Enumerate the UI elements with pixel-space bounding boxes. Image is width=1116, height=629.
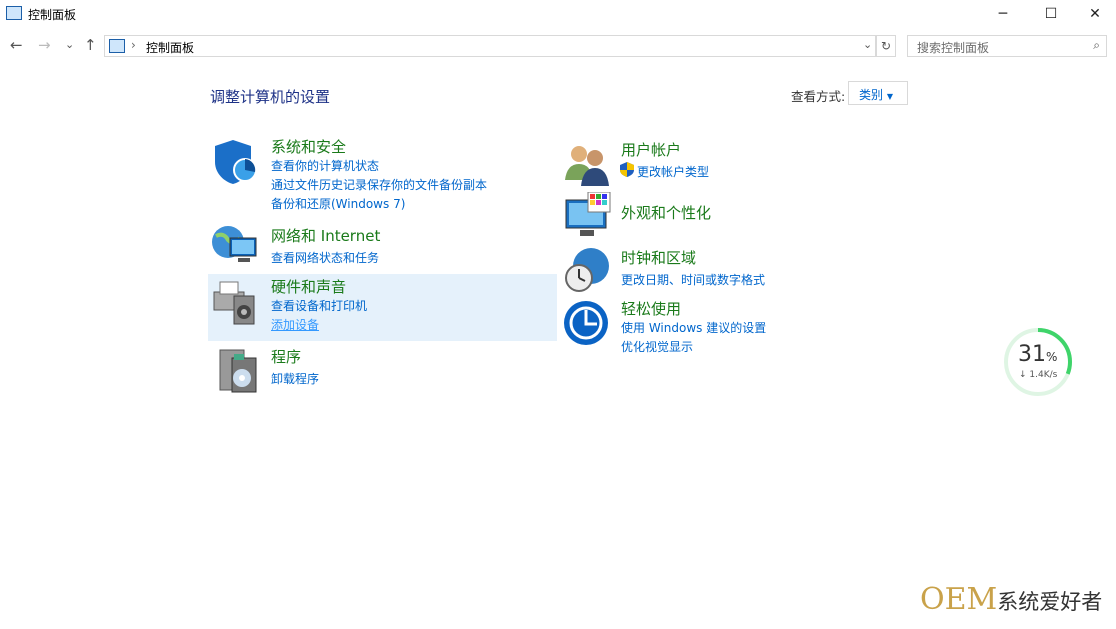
minimize-button[interactable]: ─ (980, 0, 1026, 28)
up-button[interactable]: ↑ (84, 36, 97, 54)
link-network-status[interactable]: 查看网络状态和任务 (271, 249, 379, 266)
category-appearance[interactable]: 外观和个性化 (621, 202, 711, 223)
search-input[interactable]: 搜索控制面板 ⌕ (907, 35, 1107, 57)
appearance-icon (565, 192, 611, 236)
search-icon[interactable]: ⌕ (1093, 38, 1100, 53)
forward-button[interactable]: → (38, 36, 51, 54)
cpu-percent: 31% (1018, 342, 1058, 367)
user-accounts-icon (565, 146, 609, 186)
search-placeholder: 搜索控制面板 (917, 41, 990, 55)
recent-locations-button[interactable]: ⌄ (65, 38, 74, 51)
ease-of-access-icon (564, 301, 608, 345)
network-globe-icon (212, 226, 257, 262)
chevron-down-icon[interactable]: ⌄ (863, 38, 872, 51)
link-add-device[interactable]: 添加设备 (271, 316, 319, 333)
category-user-accounts[interactable]: 用户帐户 (621, 139, 681, 160)
category-clock-region[interactable]: 时钟和区域 (621, 247, 696, 268)
link-backup-restore[interactable]: 备份和还原(Windows 7) (271, 195, 405, 212)
link-optimize-display[interactable]: 优化视觉显示 (621, 338, 693, 355)
link-uninstall-program[interactable]: 卸载程序 (271, 370, 319, 387)
hover-highlight (208, 274, 557, 341)
network-speed-widget[interactable]: 31% ↓ 1.4K/s (1003, 327, 1073, 397)
category-programs[interactable]: 程序 (271, 346, 301, 367)
link-file-history[interactable]: 通过文件历史记录保存你的文件备份副本 (271, 176, 487, 193)
programs-icon (219, 349, 257, 393)
view-by-label: 查看方式: (791, 89, 846, 104)
back-button[interactable]: ← (10, 36, 23, 54)
clock-globe-icon (565, 248, 609, 292)
view-by-value: 类别 (859, 88, 884, 102)
title-bar: 控制面板 ─ ☐ ✕ (0, 0, 1116, 28)
shield-icon (215, 140, 257, 184)
category-system-security[interactable]: 系统和安全 (271, 136, 346, 157)
link-view-computer-status[interactable]: 查看你的计算机状态 (271, 157, 379, 174)
address-bar[interactable]: › 控制面板 ⌄ (104, 35, 876, 57)
link-change-date-time[interactable]: 更改日期、时间或数字格式 (621, 271, 765, 288)
link-change-account-type[interactable]: 更改帐户类型 (637, 163, 709, 180)
dropdown-arrow-icon: ▼ (886, 92, 893, 101)
watermark: OEM系统爱好者 (920, 582, 1103, 617)
control-panel-icon (6, 6, 22, 20)
uac-shield-icon (620, 162, 634, 177)
window-title: 控制面板 (28, 8, 77, 22)
download-speed: ↓ 1.4K/s (1019, 370, 1058, 380)
breadcrumb[interactable]: 控制面板 (146, 39, 194, 56)
refresh-button[interactable]: ↻ (876, 35, 896, 57)
breadcrumb-separator-icon[interactable]: › (131, 38, 136, 52)
view-by-select[interactable]: 类别 ▼ (848, 81, 908, 105)
category-hardware-sound[interactable]: 硬件和声音 (271, 276, 346, 297)
control-panel-icon (109, 39, 125, 53)
close-button[interactable]: ✕ (1072, 0, 1116, 28)
category-ease-of-access[interactable]: 轻松使用 (621, 298, 681, 319)
link-devices-printers[interactable]: 查看设备和打印机 (271, 297, 367, 314)
category-network-internet[interactable]: 网络和 Internet (271, 225, 380, 246)
link-recommended-settings[interactable]: 使用 Windows 建议的设置 (621, 319, 766, 336)
printer-speaker-icon (213, 281, 255, 325)
page-title: 调整计算机的设置 (210, 88, 331, 106)
maximize-button[interactable]: ☐ (1028, 0, 1074, 28)
